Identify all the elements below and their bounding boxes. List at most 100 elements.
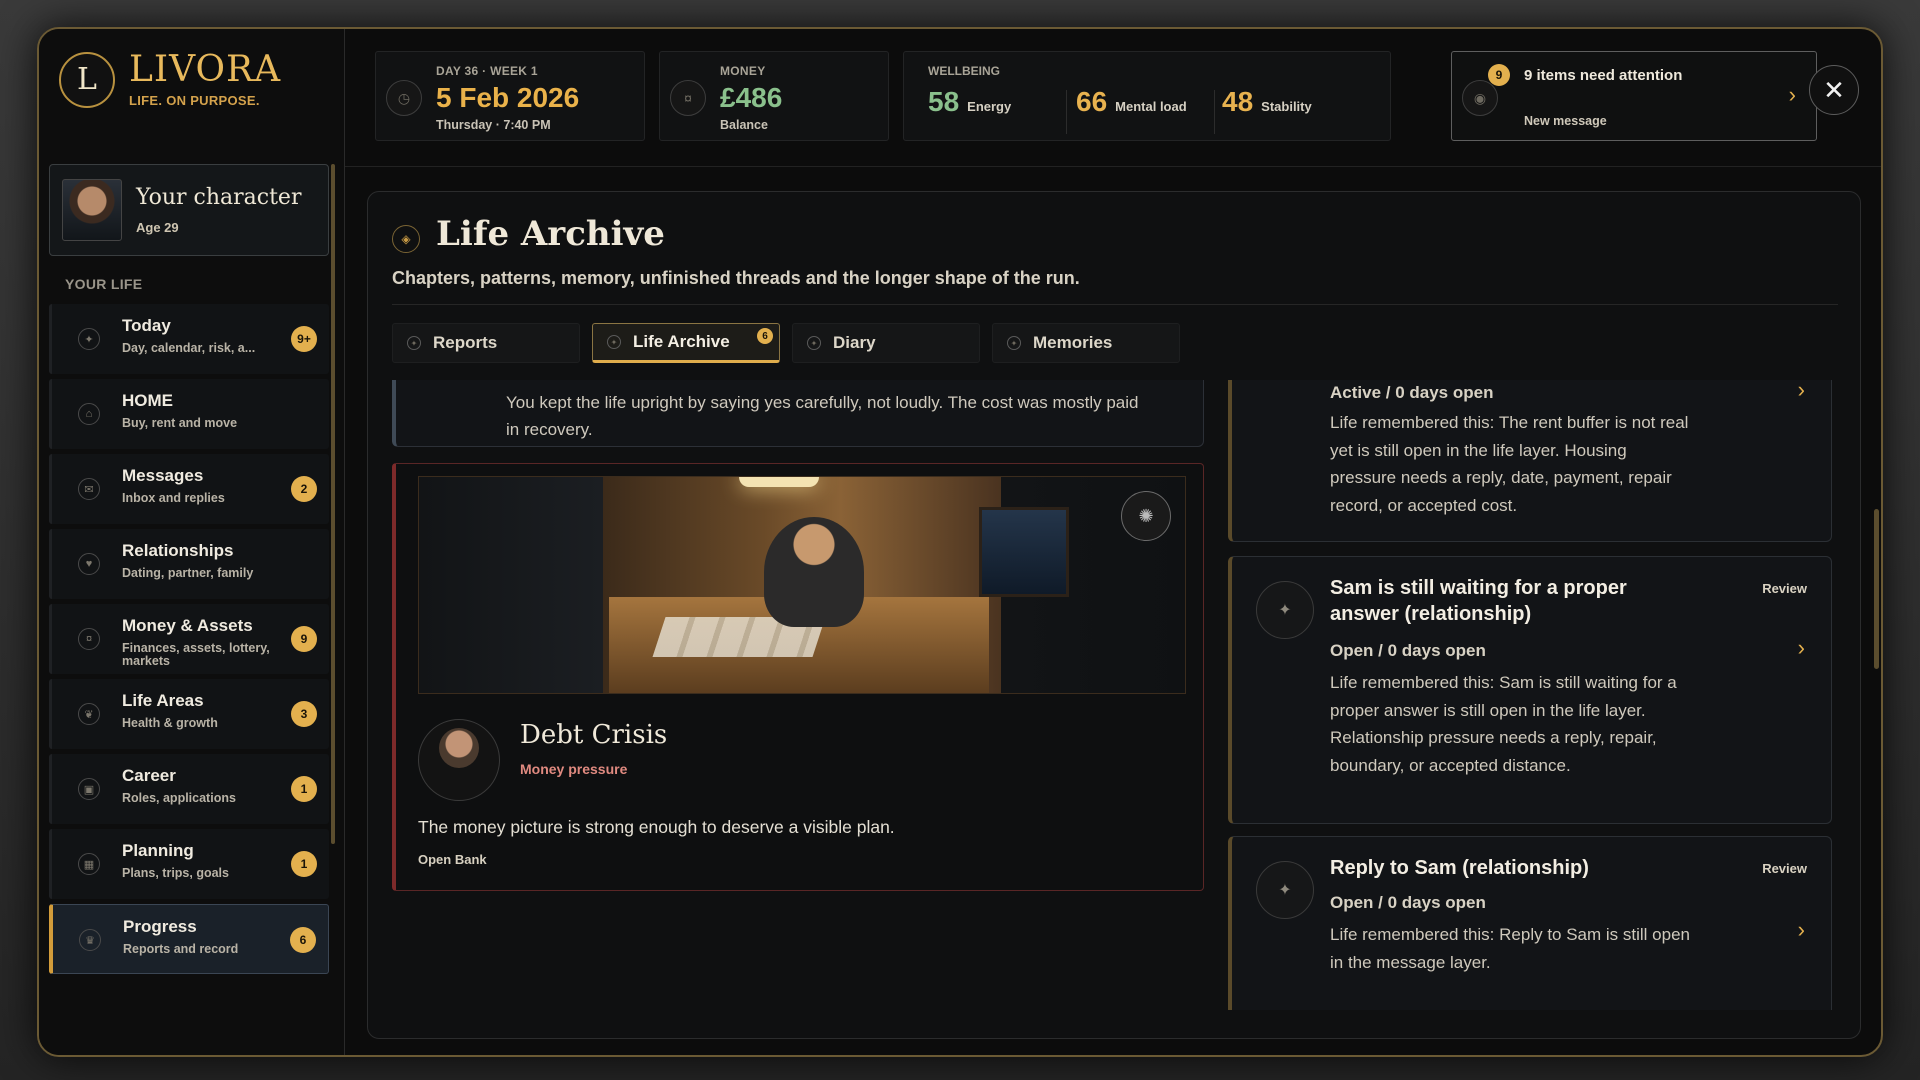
sidebar-badge: 1 (291, 851, 317, 877)
thread-body: Life remembered this: The rent buffer is… (1330, 413, 1689, 515)
sidebar-item-label: Planning (122, 841, 194, 860)
sidebar-item-relationships[interactable]: ♥ Relationships Dating, partner, family (49, 529, 329, 599)
archive-left-column[interactable]: You kept the life upright by saying yes … (392, 380, 1204, 1020)
leaf-icon: ❦ (78, 703, 100, 725)
money-card[interactable]: ¤ MONEY £486 Balance (659, 51, 889, 141)
date-value: 5 Feb 2026 (436, 82, 580, 113)
sidebar-item-today[interactable]: ✦ Today Day, calendar, risk, a... 9+ (49, 304, 329, 374)
tab-diary[interactable]: ✦ Diary (792, 323, 980, 363)
date-card[interactable]: ◷ DAY 36 · WEEK 1 5 Feb 2026 Thursday · … (375, 51, 645, 141)
date-label: DAY 36 · WEEK 1 (436, 64, 538, 78)
emblem-icon: ✺ (1121, 491, 1171, 541)
sidebar-item-sub: Health & growth (122, 716, 218, 730)
heart-icon: ♥ (78, 553, 100, 575)
sidebar-badge: 9 (291, 626, 317, 652)
sidebar-item-planning[interactable]: ▦ Planning Plans, trips, goals 1 (49, 829, 329, 899)
thread-status: Open / 0 days open (1330, 893, 1486, 912)
sidebar-item-sub: Plans, trips, goals (122, 866, 229, 880)
unfinished-threads-column[interactable]: Active / 0 days open Life remembered thi… (1228, 380, 1832, 1010)
archive-icon: ✦ (607, 335, 621, 349)
tab-label: Diary (833, 333, 876, 352)
sidebar-item-messages[interactable]: ✉ Messages Inbox and replies 2 (49, 454, 329, 524)
house-icon: ⌂ (78, 403, 100, 425)
sidebar-item-sub: Finances, assets, lottery, markets (122, 641, 270, 668)
clock-icon: ◷ (386, 80, 422, 116)
thread-body: Life remembered this: Sam is still waiti… (1330, 673, 1677, 775)
report-icon: ✦ (407, 336, 421, 350)
thread-body: Life remembered this: Reply to Sam is st… (1330, 925, 1690, 972)
sidebar-badge: 3 (291, 701, 317, 727)
attention-sub: New message (1524, 114, 1607, 128)
sidebar-item-career[interactable]: ▣ Career Roles, applications 1 (49, 754, 329, 824)
sidebar-item-sub: Buy, rent and move (122, 416, 238, 430)
page-title: Life Archive (436, 214, 665, 254)
thread-card[interactable]: ✦ Sam is still waiting for a proper answ… (1228, 556, 1832, 824)
event-illustration: ✺ (418, 476, 1186, 694)
thread-card[interactable]: ✦ Reply to Sam (relationship) Review Ope… (1228, 836, 1832, 1010)
top-bar: ◷ DAY 36 · WEEK 1 5 Feb 2026 Thursday · … (345, 29, 1881, 167)
stability-name: Stability (1261, 99, 1312, 114)
event-title: Debt Crisis (520, 720, 668, 750)
tab-label: Memories (1033, 333, 1113, 352)
open-bank-link[interactable]: Open Bank (418, 852, 487, 867)
sidebar-item-life-areas[interactable]: ❦ Life Areas Health & growth 3 (49, 679, 329, 749)
sidebar-item-label: Today (122, 316, 171, 335)
thread-card[interactable]: Active / 0 days open Life remembered thi… (1228, 380, 1832, 542)
tab-bar: ✦ Reports ✦ Life Archive 6 ✦ Diary ✦ Mem… (392, 323, 1192, 363)
trophy-icon: ♛ (79, 929, 101, 951)
money-label: MONEY (720, 64, 766, 78)
sidebar-item-home[interactable]: ⌂ HOME Buy, rent and move (49, 379, 329, 449)
lamp-shape (739, 477, 819, 487)
character-title: Your character (136, 185, 302, 210)
character-age: Age 29 (136, 220, 179, 235)
window-shape (979, 507, 1069, 597)
sidebar-item-money-assets[interactable]: ¤ Money & Assets Finances, assets, lotte… (49, 604, 329, 674)
sidebar-badge: 1 (291, 776, 317, 802)
event-card[interactable]: ✺ Debt Crisis Money pressure The money p… (392, 463, 1204, 891)
sidebar-item-label: Progress (123, 917, 197, 936)
sidebar-item-sub: Reports and record (123, 942, 239, 956)
tab-memories[interactable]: ✦ Memories (992, 323, 1180, 363)
review-button[interactable]: Review (1762, 861, 1807, 876)
tab-life-archive[interactable]: ✦ Life Archive 6 (592, 323, 780, 363)
event-tag: Money pressure (520, 761, 628, 777)
section-label: YOUR LIFE (65, 276, 143, 292)
stability-stat: 48 Stability (1222, 86, 1312, 118)
money-value: £486 (720, 82, 783, 113)
close-button[interactable]: ✕ (1809, 65, 1859, 115)
review-button[interactable]: Review (1762, 581, 1807, 596)
wellbeing-label: WELLBEING (928, 64, 1000, 78)
life-archive-panel: ◈ Life Archive Chapters, patterns, memor… (367, 191, 1861, 1039)
brand-name: LIVORA (129, 49, 282, 90)
stability-value: 48 (1222, 86, 1254, 117)
chevron-right-icon: › (1797, 380, 1805, 402)
sidebar-item-label: Money & Assets (122, 616, 253, 635)
tab-label: Life Archive (633, 332, 730, 351)
attention-card[interactable]: ◉ 9 9 items need attention New message › (1451, 51, 1817, 141)
sidebar-item-sub: Dating, partner, family (122, 566, 254, 580)
wallet-icon: ¤ (670, 80, 706, 116)
app-window: L LIVORA LIFE. ON PURPOSE. Your characte… (37, 27, 1883, 1057)
tab-reports[interactable]: ✦ Reports (392, 323, 580, 363)
sidebar-nav: ✦ Today Day, calendar, risk, a... 9+ ⌂ H… (49, 304, 329, 979)
book-icon: ✦ (807, 336, 821, 350)
threads-scrollbar[interactable] (1874, 509, 1879, 669)
sidebar-scrollbar[interactable] (331, 164, 335, 844)
wellbeing-card[interactable]: WELLBEING 58 Energy 66 Mental load 48 St… (903, 51, 1391, 141)
sidebar-item-label: Messages (122, 466, 204, 485)
sidebar-item-label: Career (122, 766, 176, 785)
sidebar-item-progress[interactable]: ♛ Progress Reports and record 6 (49, 904, 329, 974)
avatar-face (439, 728, 479, 768)
character-card[interactable]: Your character Age 29 (49, 164, 329, 256)
attention-badge: 9 (1488, 64, 1510, 86)
mental-load-stat: 66 Mental load (1076, 86, 1187, 118)
sidebar-item-label: Life Areas (122, 691, 204, 710)
event-avatar (418, 719, 500, 801)
tab-badge: 6 (757, 328, 773, 344)
mental-load-name: Mental load (1115, 99, 1187, 114)
sidebar: L LIVORA LIFE. ON PURPOSE. Your characte… (39, 29, 345, 1055)
brand-logo[interactable]: L LIVORA LIFE. ON PURPOSE. (59, 51, 281, 108)
energy-stat: 58 Energy (928, 86, 1011, 118)
chevron-right-icon: › (1797, 635, 1805, 660)
sidebar-item-sub: Day, calendar, risk, a... (122, 341, 256, 355)
